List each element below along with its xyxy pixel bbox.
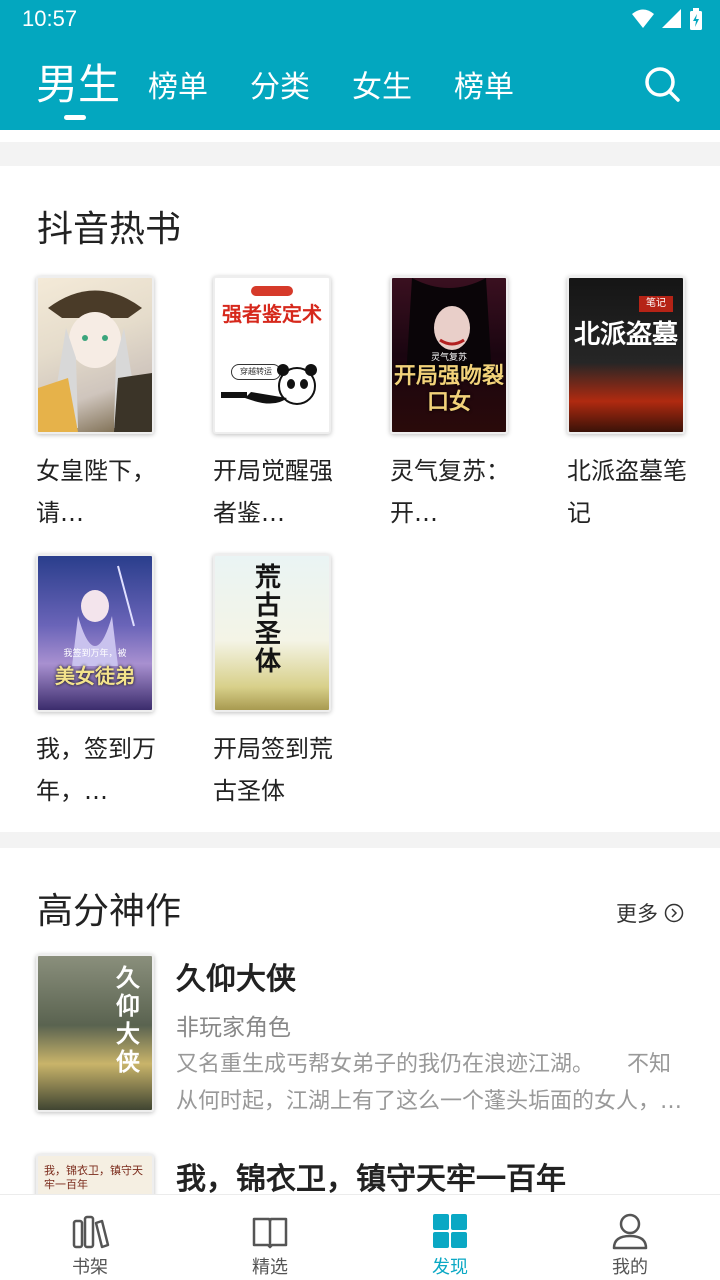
- hot-section-title: 抖音热书: [37, 209, 182, 250]
- tab-male[interactable]: 男生: [36, 51, 120, 120]
- cover-illustration: [38, 290, 152, 432]
- bookshelf-icon: [72, 1215, 110, 1249]
- book-cover: [36, 276, 154, 434]
- battery-icon: [690, 8, 702, 30]
- book-card[interactable]: 我签到万年，被 美女徒弟 我，签到万年，…: [36, 554, 156, 812]
- search-icon[interactable]: [642, 64, 682, 104]
- book-title: 北派盗墓笔记: [567, 457, 687, 527]
- nav-discover[interactable]: 发现: [360, 1195, 540, 1280]
- book-card[interactable]: 强者鉴定术 穿越转运 开局觉醒强者鉴…: [213, 276, 333, 534]
- book-card[interactable]: 北派盗墓 笔记 北派盗墓笔记: [567, 276, 687, 534]
- panda-illustration: [221, 364, 317, 405]
- nav-label: 书架: [72, 1257, 108, 1278]
- signal-icon: [662, 9, 681, 28]
- book-title: 女皇陛下，请…: [36, 457, 156, 527]
- status-icons: [632, 8, 702, 30]
- user-icon: [612, 1213, 648, 1250]
- book-description: 又名重生成丐帮女弟子的我仍在浪迹江湖。 不知从何时起，江湖上有了这么一个蓬头垢面…: [176, 1052, 683, 1114]
- top-tabs: 男生 榜单 分类 女生 榜单: [36, 56, 556, 120]
- divider: [0, 832, 720, 848]
- cover-title: 开局强吻裂口女: [394, 364, 505, 415]
- book-open-icon: [252, 1217, 288, 1249]
- book-title: 久仰大侠: [176, 962, 296, 997]
- grid-icon: [433, 1214, 467, 1248]
- app-header: 10:57 男生 榜单 分类 女生 榜单: [0, 0, 720, 130]
- book-cover: 灵气复苏 开局强吻裂口女: [390, 276, 508, 434]
- cover-badge: [251, 286, 293, 296]
- cover-title: 美女徒弟: [55, 664, 135, 688]
- divider: [0, 142, 720, 166]
- book-title: 我，签到万年，…: [36, 735, 156, 805]
- cover-badge: 笔记: [639, 296, 673, 312]
- tab-category[interactable]: 分类: [250, 62, 310, 120]
- nav-label: 发现: [432, 1257, 468, 1278]
- tab-male-ranking[interactable]: 榜单: [148, 62, 208, 120]
- book-title: 灵气复苏：开…: [390, 457, 510, 527]
- book-card[interactable]: 灵气复苏 开局强吻裂口女 灵气复苏：开…: [390, 276, 510, 534]
- book-list-item[interactable]: 久仰大侠 久仰大侠 非玩家角色 又名重生成丐帮女弟子的我仍在浪迹江湖。 不知从何…: [36, 954, 684, 1114]
- chevron-right-icon: [664, 903, 684, 923]
- nav-label: 我的: [612, 1257, 648, 1278]
- book-cover: 久仰大侠: [36, 954, 154, 1112]
- more-link[interactable]: 更多: [616, 898, 684, 928]
- cover-title: 我，锦衣卫，镇守天牢一百年: [44, 1164, 143, 1191]
- nav-featured[interactable]: 精选: [180, 1195, 360, 1280]
- nav-bookshelf[interactable]: 书架: [0, 1195, 180, 1280]
- more-label: 更多: [616, 902, 658, 926]
- wifi-icon: [632, 9, 654, 28]
- nav-profile[interactable]: 我的: [540, 1195, 720, 1280]
- nav-label: 精选: [252, 1257, 288, 1278]
- book-cover: 我签到万年，被 美女徒弟: [36, 554, 154, 712]
- book-card[interactable]: 荒古圣体 开局签到荒古圣体: [213, 554, 333, 812]
- book-title: 开局签到荒古圣体: [213, 735, 333, 805]
- tab-female[interactable]: 女生: [352, 62, 412, 120]
- book-card[interactable]: 女皇陛下，请…: [36, 276, 156, 534]
- book-author: 非玩家角色: [176, 1015, 291, 1041]
- cover-subtitle: 灵气复苏: [430, 353, 467, 363]
- cover-title: 强者鉴定术: [222, 302, 322, 326]
- tab-female-ranking[interactable]: 榜单: [454, 62, 514, 120]
- book-cover: 荒古圣体: [213, 554, 331, 712]
- bottom-nav: 书架 精选 发现 我的: [0, 1194, 720, 1280]
- status-bar: 10:57: [0, 0, 720, 38]
- cover-title: 久仰大侠: [116, 964, 140, 1076]
- cover-title: 荒古圣体: [255, 563, 282, 677]
- book-title: 开局觉醒强者鉴…: [213, 457, 333, 527]
- cover-subtitle: 我签到万年，被: [63, 649, 127, 659]
- status-time: 10:57: [22, 6, 78, 31]
- book-cover: 强者鉴定术 穿越转运: [213, 276, 331, 434]
- book-cover: 北派盗墓 笔记: [567, 276, 685, 434]
- book-title: 我，锦衣卫，镇守天牢一百年: [176, 1162, 566, 1197]
- top-section-title: 高分神作: [37, 891, 182, 932]
- cover-title: 北派盗墓: [573, 320, 678, 350]
